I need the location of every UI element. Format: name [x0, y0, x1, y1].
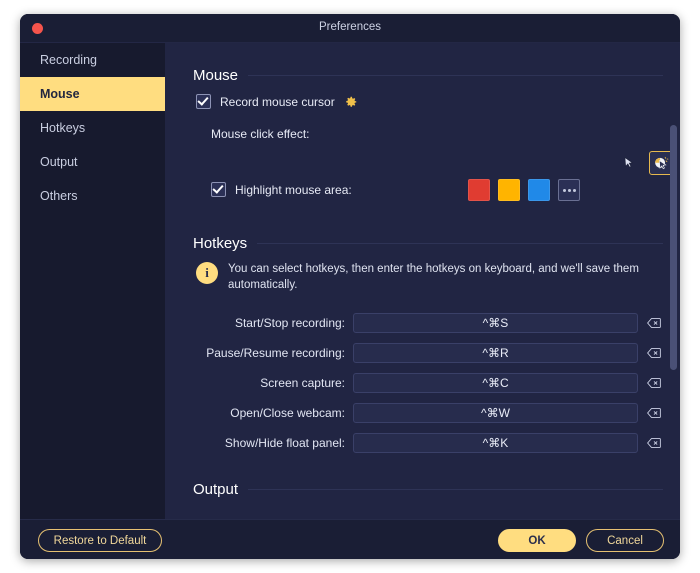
window-body: Recording Mouse Hotkeys Output Others Mo… — [20, 43, 680, 519]
sidebar-item-recording[interactable]: Recording — [20, 43, 165, 77]
sidebar-item-others[interactable]: Others — [20, 179, 165, 213]
record-mouse-cursor-checkbox[interactable] — [196, 94, 211, 109]
hotkey-row: Start/Stop recording: ^⌘S — [180, 312, 661, 334]
gear-icon[interactable] — [344, 95, 358, 109]
hotkey-label-webcam: Open/Close webcam: — [230, 406, 345, 420]
hotkey-row: Show/Hide float panel: ^⌘K — [180, 432, 661, 454]
mouse-section-title: Mouse — [193, 67, 239, 84]
hotkey-field-webcam[interactable]: ^⌘W — [353, 403, 638, 423]
highlight-mouse-area-label: Highlight mouse area: — [235, 182, 352, 197]
clear-hotkey-icon[interactable] — [647, 317, 661, 329]
hotkey-label-float-panel: Show/Hide float panel: — [224, 436, 345, 450]
info-icon: i — [196, 262, 218, 284]
color-swatch-amber[interactable] — [498, 179, 520, 201]
highlight-color-swatches — [468, 179, 580, 201]
output-section-title: Output — [193, 481, 239, 498]
highlight-mouse-area-checkbox[interactable] — [211, 182, 226, 197]
content-scrollbar[interactable] — [670, 43, 677, 519]
dialog-footer: Restore to Default OK Cancel — [20, 519, 680, 559]
sidebar: Recording Mouse Hotkeys Output Others — [20, 43, 165, 519]
hotkeys-info-note: i You can select hotkeys, then enter the… — [196, 262, 658, 293]
hotkey-field-screen-capture[interactable]: ^⌘C — [353, 373, 638, 393]
clear-hotkey-icon[interactable] — [647, 347, 661, 359]
section-rule — [248, 75, 663, 76]
settings-content: Mouse Record mouse cursor Mouse click ef… — [165, 43, 680, 519]
hotkey-label-start-stop: Start/Stop recording: — [234, 316, 345, 330]
preferences-window: Preferences Recording Mouse Hotkeys Outp… — [20, 14, 680, 559]
output-section-header: Output — [193, 481, 663, 498]
hotkey-label-screen-capture: Screen capture: — [260, 376, 345, 390]
clear-hotkey-icon[interactable] — [647, 437, 661, 449]
sidebar-item-mouse[interactable]: Mouse — [20, 77, 165, 111]
highlight-mouse-area-row: Highlight mouse area: — [211, 182, 352, 197]
clear-hotkey-icon[interactable] — [647, 407, 661, 419]
color-swatch-red[interactable] — [468, 179, 490, 201]
section-rule — [248, 489, 663, 490]
hotkey-row: Pause/Resume recording: ^⌘R — [180, 342, 661, 364]
mouse-click-effect-label: Mouse click effect: — [211, 127, 310, 141]
sidebar-item-hotkeys[interactable]: Hotkeys — [20, 111, 165, 145]
hotkey-field-pause-resume[interactable]: ^⌘R — [353, 343, 638, 363]
restore-to-default-button[interactable]: Restore to Default — [38, 529, 162, 552]
ok-button[interactable]: OK — [498, 529, 576, 552]
record-mouse-cursor-label: Record mouse cursor — [220, 94, 335, 109]
highlight-cursor-icon — [654, 156, 668, 169]
title-bar: Preferences — [20, 14, 680, 43]
hotkey-label-pause-resume: Pause/Resume recording: — [206, 346, 345, 360]
window-title: Preferences — [318, 21, 381, 33]
color-swatch-blue[interactable] — [528, 179, 550, 201]
plain-cursor-icon — [624, 156, 634, 168]
more-colors-button[interactable] — [558, 179, 580, 201]
section-rule — [257, 243, 663, 244]
cancel-button[interactable]: Cancel — [586, 529, 664, 552]
hotkey-row: Open/Close webcam: ^⌘W — [180, 402, 661, 424]
hotkeys-section-header: Hotkeys — [193, 235, 663, 252]
sidebar-item-output[interactable]: Output — [20, 145, 165, 179]
click-effect-plain-cursor-button[interactable] — [617, 151, 641, 175]
hotkey-field-start-stop[interactable]: ^⌘S — [353, 313, 638, 333]
mouse-section-header: Mouse — [193, 67, 663, 84]
hotkey-field-float-panel[interactable]: ^⌘K — [353, 433, 638, 453]
hotkey-row: Screen capture: ^⌘C — [180, 372, 661, 394]
hotkeys-list: Start/Stop recording: ^⌘S Pause/Resume r… — [180, 312, 661, 462]
clear-hotkey-icon[interactable] — [647, 377, 661, 389]
scrollbar-thumb[interactable] — [670, 125, 677, 370]
record-mouse-cursor-row: Record mouse cursor — [196, 94, 358, 109]
hotkeys-section-title: Hotkeys — [193, 235, 248, 252]
hotkeys-info-text: You can select hotkeys, then enter the h… — [228, 263, 639, 291]
